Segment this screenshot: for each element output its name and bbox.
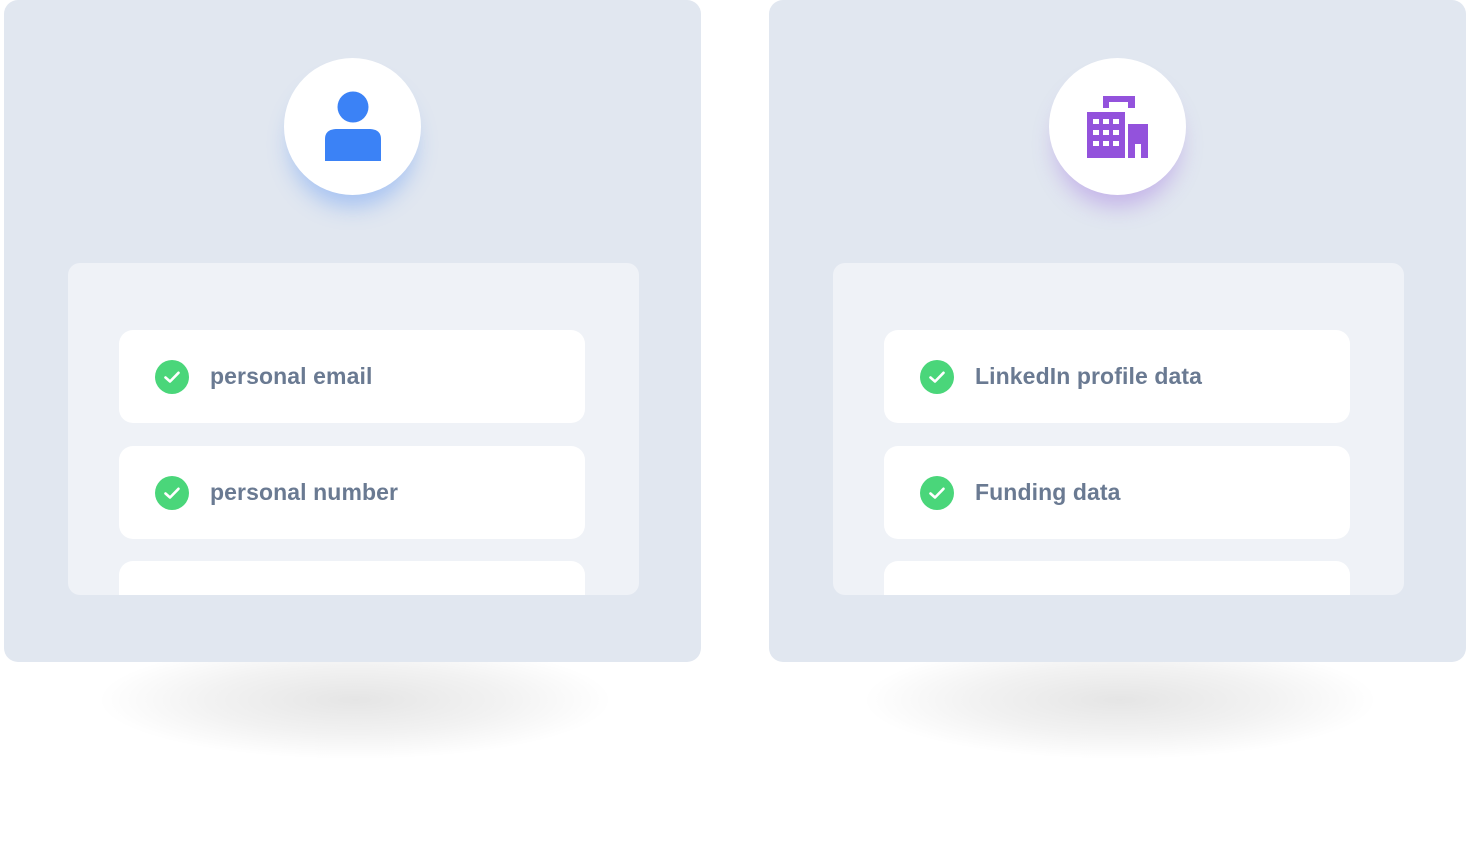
person-avatar xyxy=(284,58,421,195)
person-items-panel: personal email personal number xyxy=(68,263,639,595)
item-label: LinkedIn profile data xyxy=(975,363,1203,389)
building-icon xyxy=(1086,95,1148,158)
list-item: personal email xyxy=(119,330,585,423)
list-item: LinkedIn profile data xyxy=(884,330,1350,423)
company-avatar xyxy=(1049,58,1186,195)
list-item xyxy=(884,561,1350,595)
item-label: personal email xyxy=(210,363,373,389)
person-data-card: personal email personal number xyxy=(4,0,701,662)
company-items-panel: LinkedIn profile data Funding data xyxy=(833,263,1404,595)
list-item xyxy=(119,561,585,595)
person-icon xyxy=(324,91,381,161)
company-data-card: LinkedIn profile data Funding data xyxy=(769,0,1466,662)
check-icon xyxy=(920,359,954,394)
item-label: personal number xyxy=(210,479,399,505)
check-icon xyxy=(155,359,189,394)
check-icon xyxy=(155,475,189,510)
check-icon xyxy=(920,475,954,510)
stage: personal email personal number LinkedIn … xyxy=(0,0,1467,852)
list-item: personal number xyxy=(119,446,585,539)
list-item: Funding data xyxy=(884,446,1350,539)
item-label: Funding data xyxy=(975,479,1121,505)
